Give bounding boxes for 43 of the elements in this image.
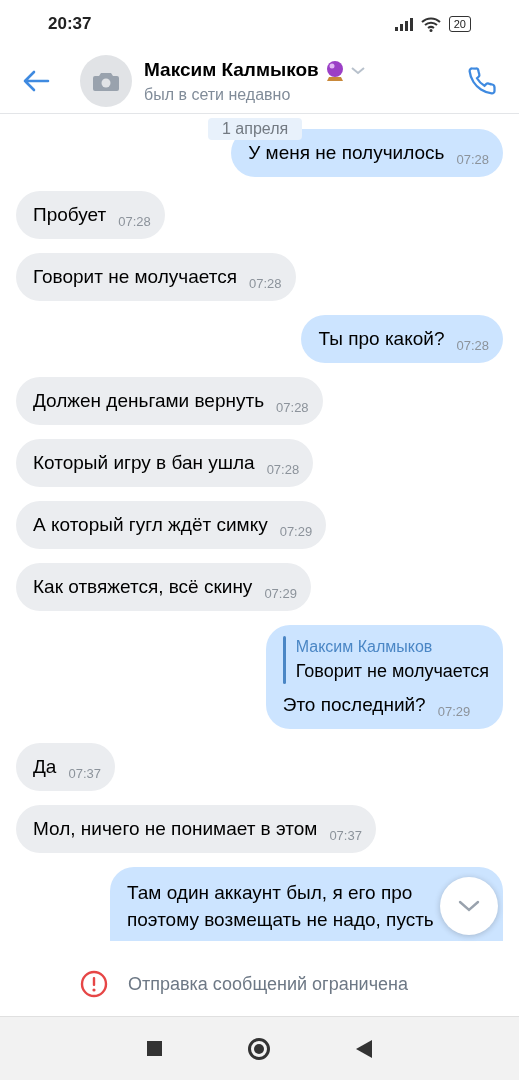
message-time: 07:37 xyxy=(329,828,362,844)
message-text: Это последний? xyxy=(282,693,426,717)
message-text: Пробует xyxy=(33,203,107,227)
message-time: 07:37 xyxy=(68,766,101,782)
battery-indicator: 20 xyxy=(448,16,471,32)
message-text: Говорит не молучается xyxy=(33,265,237,289)
contact-name[interactable]: Максим Калмыков xyxy=(144,56,319,85)
reply-author: Максим Калмыков xyxy=(295,637,434,657)
crystal-ball-icon xyxy=(324,59,345,82)
phone-icon[interactable] xyxy=(467,65,497,96)
message-time: 07:28 xyxy=(456,152,489,168)
message-time: 07:29 xyxy=(264,586,297,602)
message-text: Как отвяжется, всё скину xyxy=(33,575,253,599)
message-text: У меня не получилось xyxy=(248,141,445,165)
restriction-notice: Отправка сообщений ограничена xyxy=(128,972,408,996)
chevron-down-icon xyxy=(458,900,480,912)
message-time: 07:28 xyxy=(276,400,309,416)
clock: 20:37 xyxy=(48,13,92,36)
message-time: 07:28 xyxy=(266,462,300,478)
home-button[interactable] xyxy=(248,1037,270,1060)
warning-icon xyxy=(80,970,108,998)
message-text: Да xyxy=(33,755,57,779)
date-chip: 1 апреля xyxy=(208,118,303,140)
message-text: Ты про какой? xyxy=(318,327,445,351)
back-icon[interactable] xyxy=(22,68,50,93)
message-text: Мол, ничего не понимает в этом xyxy=(33,817,318,841)
message-text: А который гугл ждёт симку xyxy=(33,513,268,537)
message-text: поэтому возмещать не надо, пусть xyxy=(127,908,435,932)
chevron-down-icon[interactable] xyxy=(350,66,365,75)
back-button[interactable] xyxy=(356,1039,372,1058)
message-time: 07:29 xyxy=(437,704,471,720)
signal-icon xyxy=(394,17,413,31)
message-time: 07:29 xyxy=(279,524,313,540)
reply-text: Говорит не молучается xyxy=(295,660,489,683)
message-time: 07:28 xyxy=(249,276,282,292)
message-text: Который игру в бан ушла xyxy=(33,451,255,475)
message-text: Там один аккаунт был, я его про xyxy=(127,881,414,905)
message-time: 07:28 xyxy=(118,214,151,230)
camera-icon xyxy=(93,70,119,91)
wifi-icon xyxy=(420,16,441,32)
message-time: 07:28 xyxy=(456,338,489,354)
message-text: Должен деньгами вернуть xyxy=(33,389,265,413)
online-status: был в сети недавно xyxy=(144,84,292,105)
